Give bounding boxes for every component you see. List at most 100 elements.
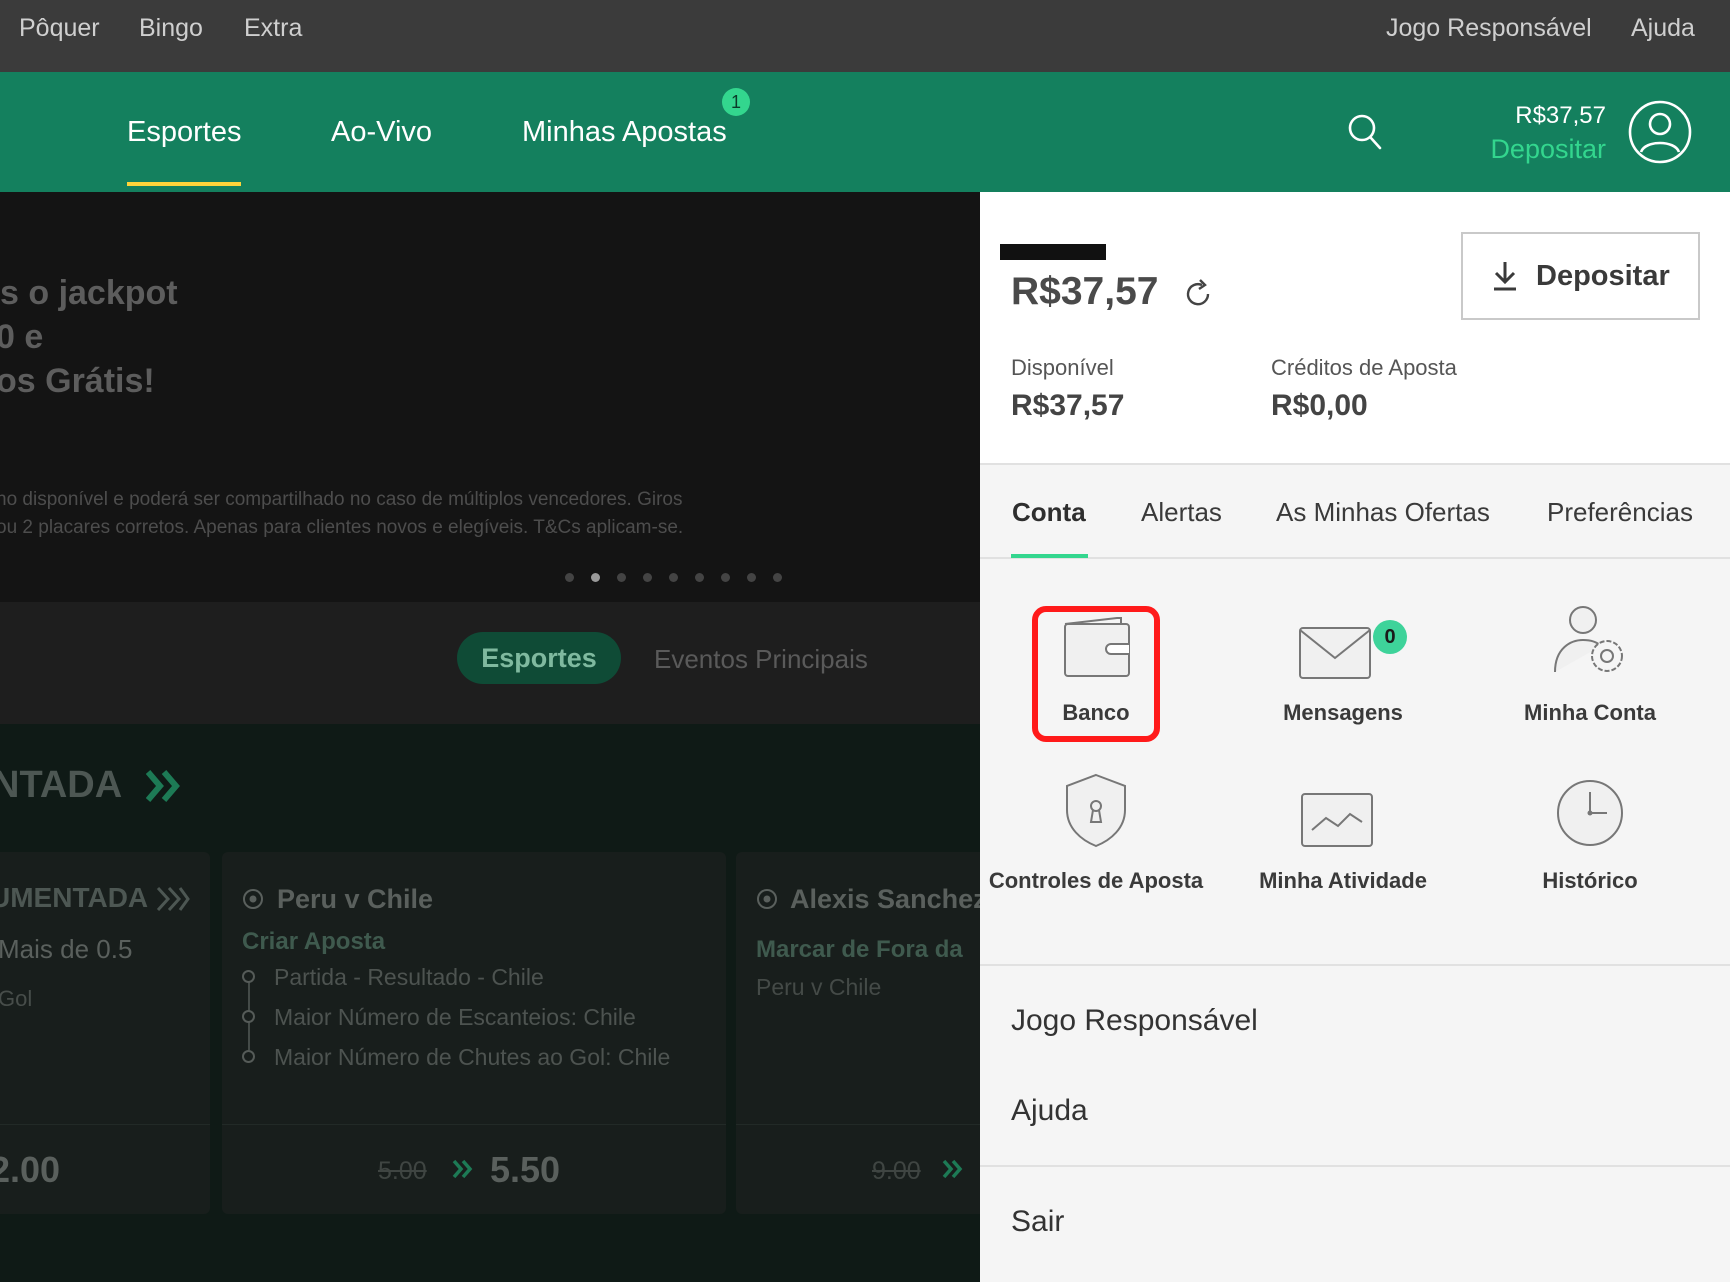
carousel-dot[interactable] bbox=[773, 573, 782, 582]
active-tab-indicator bbox=[1011, 554, 1088, 558]
hero-terms-line-1: no disponível e poderá ser compartilhado… bbox=[0, 489, 683, 510]
carousel-dot[interactable] bbox=[669, 573, 678, 582]
main-nav: Esportes Ao-Vivo Minhas Apostas 1 R$37,5… bbox=[0, 72, 1730, 192]
tile-controles-de-aposta[interactable]: Controles de Aposta bbox=[973, 772, 1219, 922]
carousel-dot[interactable] bbox=[643, 573, 652, 582]
topbar-link-help[interactable]: Ajuda bbox=[1631, 14, 1695, 43]
leg-marker bbox=[242, 970, 255, 983]
card-leg: Partida - Resultado - Chile bbox=[274, 964, 544, 990]
nav-tab-minhas-apostas[interactable]: Minhas Apostas bbox=[522, 116, 727, 149]
card-selection: Gol bbox=[0, 986, 33, 1011]
pill-eventos-principais[interactable]: Eventos Principais bbox=[654, 644, 868, 675]
topbar-link-poquer[interactable]: Pôquer bbox=[19, 14, 100, 43]
link-ajuda[interactable]: Ajuda bbox=[1011, 1094, 1088, 1128]
carousel-dot[interactable] bbox=[747, 573, 756, 582]
card-market: Mais de 0.5 bbox=[0, 934, 133, 964]
envelope-icon bbox=[1299, 627, 1371, 679]
sport-filter-bar: Esportes Eventos Principais bbox=[0, 602, 980, 724]
card-odds[interactable]: 2.00 bbox=[0, 1149, 60, 1191]
tile-label: Minha Conta bbox=[1524, 700, 1656, 725]
bet-card[interactable]: UMENTADA Mais de 0.5 Gol 2.00 bbox=[0, 852, 210, 1214]
carousel-dot[interactable] bbox=[695, 573, 704, 582]
boost-chevron-icon bbox=[452, 1159, 474, 1184]
refresh-icon[interactable] bbox=[1182, 278, 1214, 315]
tile-minha-conta[interactable]: Minha Conta bbox=[1467, 604, 1713, 754]
hero-terms-line-2: ou 2 placares corretos. Apenas para clie… bbox=[0, 517, 684, 538]
pill-esportes[interactable]: Esportes bbox=[457, 632, 621, 684]
nav-tab-ao-vivo[interactable]: Ao-Vivo bbox=[331, 116, 432, 149]
tile-mensagens[interactable]: Mensagens bbox=[1220, 604, 1466, 754]
double-chevron-icon bbox=[156, 886, 190, 917]
tile-minha-atividade[interactable]: Minha Atividade bbox=[1220, 772, 1466, 922]
bets-count-badge: 1 bbox=[722, 88, 750, 116]
panel-balance: R$37,57 bbox=[1011, 270, 1159, 313]
clock-icon bbox=[1557, 780, 1623, 846]
card-odds-row: 9.00 bbox=[736, 1124, 980, 1214]
deposit-button[interactable]: Depositar bbox=[1461, 232, 1700, 320]
card-header: UMENTADA bbox=[0, 882, 149, 913]
card-odds-row: 2.00 bbox=[0, 1124, 210, 1214]
tile-label: Mensagens bbox=[1283, 700, 1403, 725]
credits-value: R$0,00 bbox=[1271, 389, 1368, 422]
card-event-name: Peru v Chile bbox=[756, 974, 882, 1000]
card-event-title: Peru v Chile bbox=[277, 884, 434, 914]
tab-conta[interactable]: Conta bbox=[1012, 497, 1086, 528]
card-old-odds: 5.00 bbox=[378, 1157, 427, 1185]
available-label: Disponível bbox=[1011, 355, 1114, 380]
topbar-link-bingo[interactable]: Bingo bbox=[139, 14, 203, 43]
available-value: R$37,57 bbox=[1011, 389, 1125, 422]
carousel-dot[interactable] bbox=[565, 573, 574, 582]
tile-historico[interactable]: Histórico bbox=[1467, 772, 1713, 922]
balance-section: R$37,57 Depositar Disponível R$37,57 Cré… bbox=[980, 192, 1730, 465]
user-settings-icon bbox=[1554, 606, 1623, 673]
card-leg: Maior Número de Escanteios: Chile bbox=[274, 1004, 636, 1030]
banco-highlight-box bbox=[1032, 606, 1160, 742]
deposit-button-label: Depositar bbox=[1536, 260, 1670, 292]
nav-tab-esportes[interactable]: Esportes bbox=[127, 116, 242, 186]
download-icon bbox=[1491, 260, 1519, 297]
credits-label: Créditos de Aposta bbox=[1271, 355, 1457, 380]
panel-tabs: Conta Alertas As Minhas Ofertas Preferên… bbox=[980, 467, 1730, 559]
tab-minhas-ofertas[interactable]: As Minhas Ofertas bbox=[1276, 497, 1490, 528]
card-bet-builder-label: Criar Aposta bbox=[242, 928, 386, 955]
activity-chart-icon bbox=[1301, 793, 1373, 847]
card-old-odds: 9.00 bbox=[872, 1157, 921, 1185]
link-jogo-responsavel[interactable]: Jogo Responsável bbox=[1011, 1004, 1258, 1038]
card-boosted-odds[interactable]: 5.50 bbox=[490, 1149, 560, 1191]
logout-link[interactable]: Sair bbox=[1011, 1205, 1064, 1239]
leg-marker bbox=[242, 1010, 255, 1023]
card-leg: Maior Número de Chutes ao Gol: Chile bbox=[274, 1044, 671, 1070]
background-page: s o jackpot 0 e os Grátis! no disponível… bbox=[0, 192, 980, 1282]
tile-label: Controles de Aposta bbox=[988, 868, 1204, 893]
top-utility-bar: Pôquer Bingo Extra Jogo Responsável Ajud… bbox=[0, 0, 1730, 72]
hero-line-3: os Grátis! bbox=[0, 362, 155, 400]
divider bbox=[980, 1165, 1730, 1167]
topbar-link-extra[interactable]: Extra bbox=[244, 14, 302, 43]
topbar-link-responsible-gaming[interactable]: Jogo Responsável bbox=[1386, 14, 1592, 43]
featured-section: NTADA UMENTADA Mais de 0.5 Gol 2.00 Peru… bbox=[0, 724, 980, 1282]
tile-label: Minha Atividade bbox=[1259, 868, 1427, 893]
user-circle-icon[interactable] bbox=[1627, 99, 1693, 170]
search-icon[interactable] bbox=[1347, 112, 1383, 157]
divider bbox=[980, 964, 1730, 966]
redacted-username bbox=[1000, 244, 1106, 260]
featured-title: NTADA bbox=[0, 764, 123, 806]
tile-label: Histórico bbox=[1542, 868, 1638, 893]
hero-line-2: 0 e bbox=[0, 318, 44, 356]
card-market: Marcar de Fora da bbox=[756, 936, 963, 963]
bet-card[interactable]: Alexis Sanchez Marcar de Fora da Peru v … bbox=[736, 852, 980, 1214]
carousel-dot[interactable] bbox=[617, 573, 626, 582]
bet-card[interactable]: Peru v Chile Criar Aposta Partida - Resu… bbox=[222, 852, 726, 1214]
carousel-dot-active[interactable] bbox=[591, 573, 600, 582]
nav-balance: R$37,57 bbox=[1515, 102, 1606, 129]
messages-count-badge: 0 bbox=[1373, 620, 1407, 654]
double-chevron-icon bbox=[145, 770, 182, 807]
carousel-dot[interactable] bbox=[721, 573, 730, 582]
hero-line-1: s o jackpot bbox=[0, 274, 178, 312]
account-panel: R$37,57 Depositar Disponível R$37,57 Cré… bbox=[980, 192, 1730, 1282]
boost-chevron-icon bbox=[942, 1159, 964, 1184]
nav-deposit-link[interactable]: Depositar bbox=[1490, 134, 1606, 165]
tab-preferencias[interactable]: Preferências bbox=[1547, 497, 1693, 528]
tab-alertas[interactable]: Alertas bbox=[1141, 497, 1222, 528]
card-event-title: Alexis Sanchez bbox=[790, 884, 980, 914]
